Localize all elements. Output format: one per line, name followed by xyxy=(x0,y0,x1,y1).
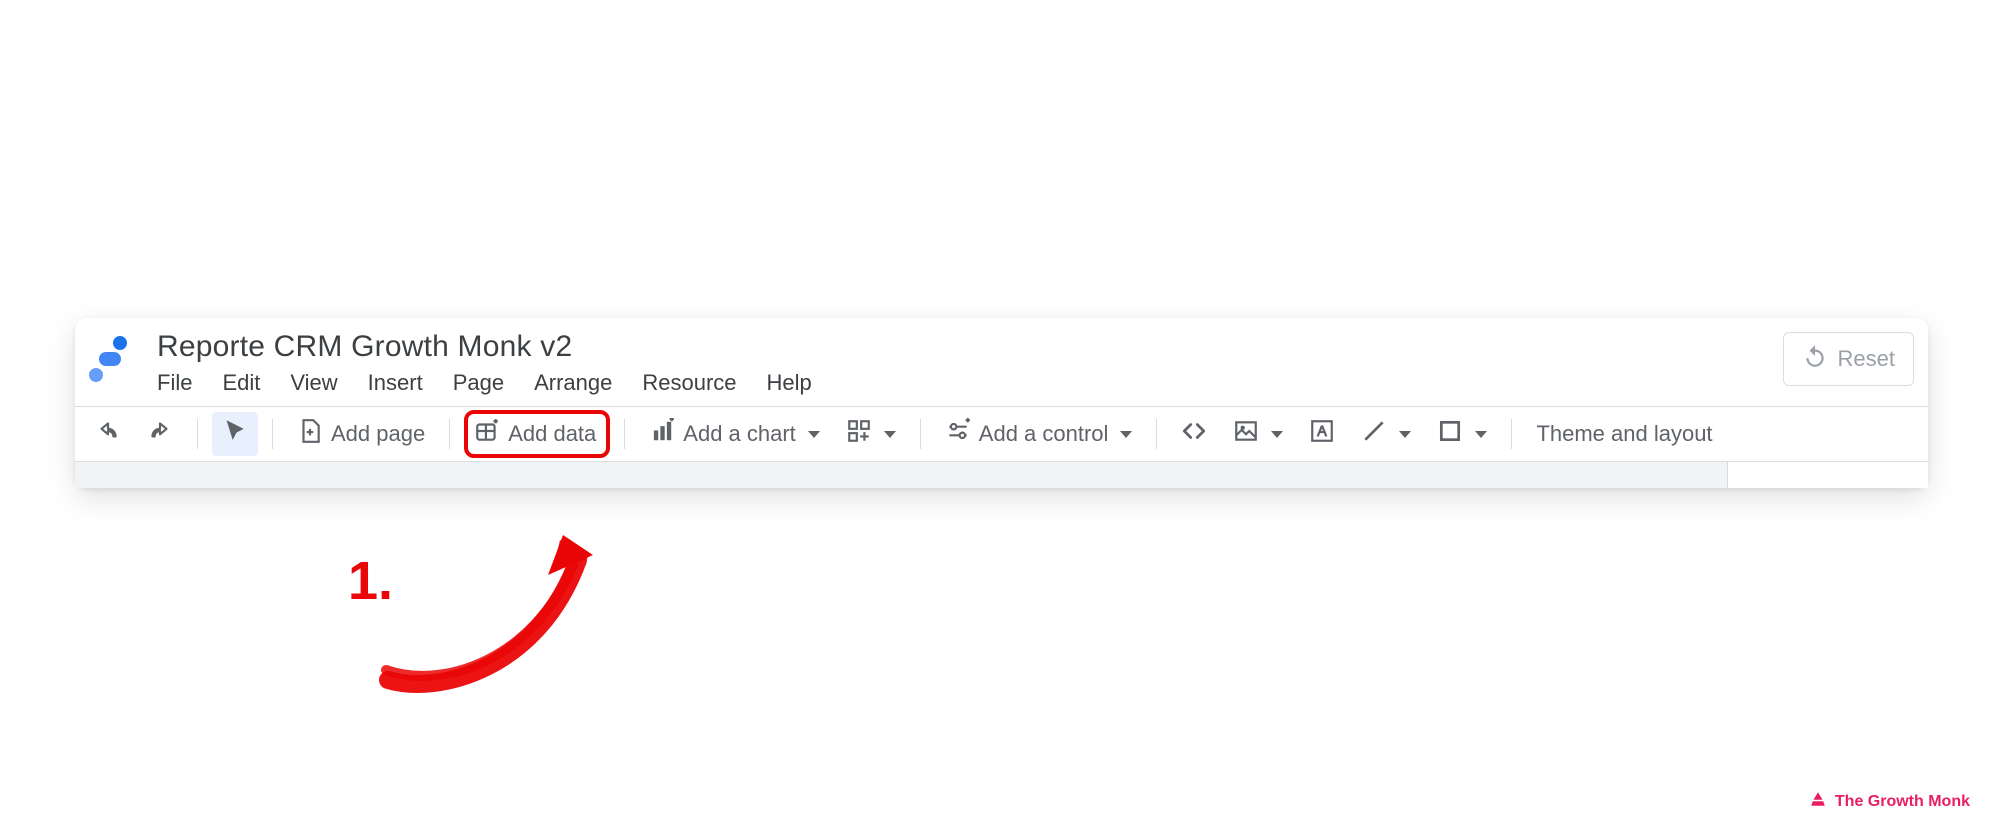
canvas-ruler xyxy=(75,462,1928,488)
menu-help[interactable]: Help xyxy=(767,370,812,396)
add-chart-icon xyxy=(649,418,675,450)
add-data-label: Add data xyxy=(508,421,596,447)
add-control-button[interactable]: Add a control xyxy=(935,412,1143,456)
separator xyxy=(1511,419,1512,449)
redo-button[interactable] xyxy=(137,412,183,456)
text-icon xyxy=(1309,418,1335,450)
add-control-label: Add a control xyxy=(979,421,1109,447)
line-button[interactable] xyxy=(1351,412,1421,456)
watermark-icon xyxy=(1809,790,1827,813)
community-visualizations-button[interactable] xyxy=(836,412,906,456)
menu-file[interactable]: File xyxy=(157,370,192,396)
separator xyxy=(449,419,450,449)
undo-arrow-icon xyxy=(1802,343,1828,375)
cursor-icon xyxy=(222,418,248,450)
separator xyxy=(920,419,921,449)
toolbar: Add page Add data xyxy=(75,406,1928,462)
text-button[interactable] xyxy=(1299,412,1345,456)
add-page-label: Add page xyxy=(331,421,425,447)
chevron-down-icon xyxy=(884,431,896,438)
separator xyxy=(1156,419,1157,449)
watermark: The Growth Monk xyxy=(1809,790,1970,813)
selection-tool[interactable] xyxy=(212,412,258,456)
undo-button[interactable] xyxy=(85,412,131,456)
add-page-button[interactable]: Add page xyxy=(287,412,435,456)
menu-resource[interactable]: Resource xyxy=(642,370,736,396)
app-header: Reporte CRM Growth Monk v2 File Edit Vie… xyxy=(75,318,1928,406)
shape-icon xyxy=(1437,418,1463,450)
chevron-down-icon xyxy=(1120,431,1132,438)
menu-insert[interactable]: Insert xyxy=(368,370,423,396)
app-window: Reporte CRM Growth Monk v2 File Edit Vie… xyxy=(75,318,1928,488)
watermark-text: The Growth Monk xyxy=(1835,793,1970,811)
chevron-down-icon xyxy=(808,431,820,438)
callout-number: 1. xyxy=(348,550,393,612)
add-data-button[interactable]: Add data xyxy=(464,410,610,458)
add-data-icon xyxy=(474,418,500,450)
chevron-down-icon xyxy=(1475,431,1487,438)
menu-arrange[interactable]: Arrange xyxy=(534,370,612,396)
menu-edit[interactable]: Edit xyxy=(222,370,260,396)
menubar: File Edit View Insert Page Arrange Resou… xyxy=(157,370,1914,406)
add-chart-label: Add a chart xyxy=(683,421,796,447)
line-icon xyxy=(1361,418,1387,450)
separator xyxy=(272,419,273,449)
document-title[interactable]: Reporte CRM Growth Monk v2 xyxy=(157,326,1914,370)
reset-button[interactable]: Reset xyxy=(1783,332,1914,386)
image-icon xyxy=(1233,418,1259,450)
theme-layout-button[interactable]: Theme and layout xyxy=(1526,415,1722,453)
redo-icon xyxy=(147,418,173,450)
looker-studio-logo xyxy=(89,336,135,386)
chevron-down-icon xyxy=(1399,431,1411,438)
code-icon xyxy=(1181,418,1207,450)
chevron-down-icon xyxy=(1271,431,1283,438)
add-chart-button[interactable]: Add a chart xyxy=(639,412,830,456)
community-viz-icon xyxy=(846,418,872,450)
add-control-icon xyxy=(945,418,971,450)
add-page-icon xyxy=(297,418,323,450)
reset-label: Reset xyxy=(1838,346,1895,372)
undo-icon xyxy=(95,418,121,450)
callout-annotation: 1. xyxy=(348,520,648,700)
url-embed-button[interactable] xyxy=(1171,412,1217,456)
shape-button[interactable] xyxy=(1427,412,1497,456)
separator xyxy=(624,419,625,449)
theme-layout-label: Theme and layout xyxy=(1536,421,1712,447)
image-button[interactable] xyxy=(1223,412,1293,456)
separator xyxy=(197,419,198,449)
menu-page[interactable]: Page xyxy=(453,370,504,396)
menu-view[interactable]: View xyxy=(290,370,337,396)
